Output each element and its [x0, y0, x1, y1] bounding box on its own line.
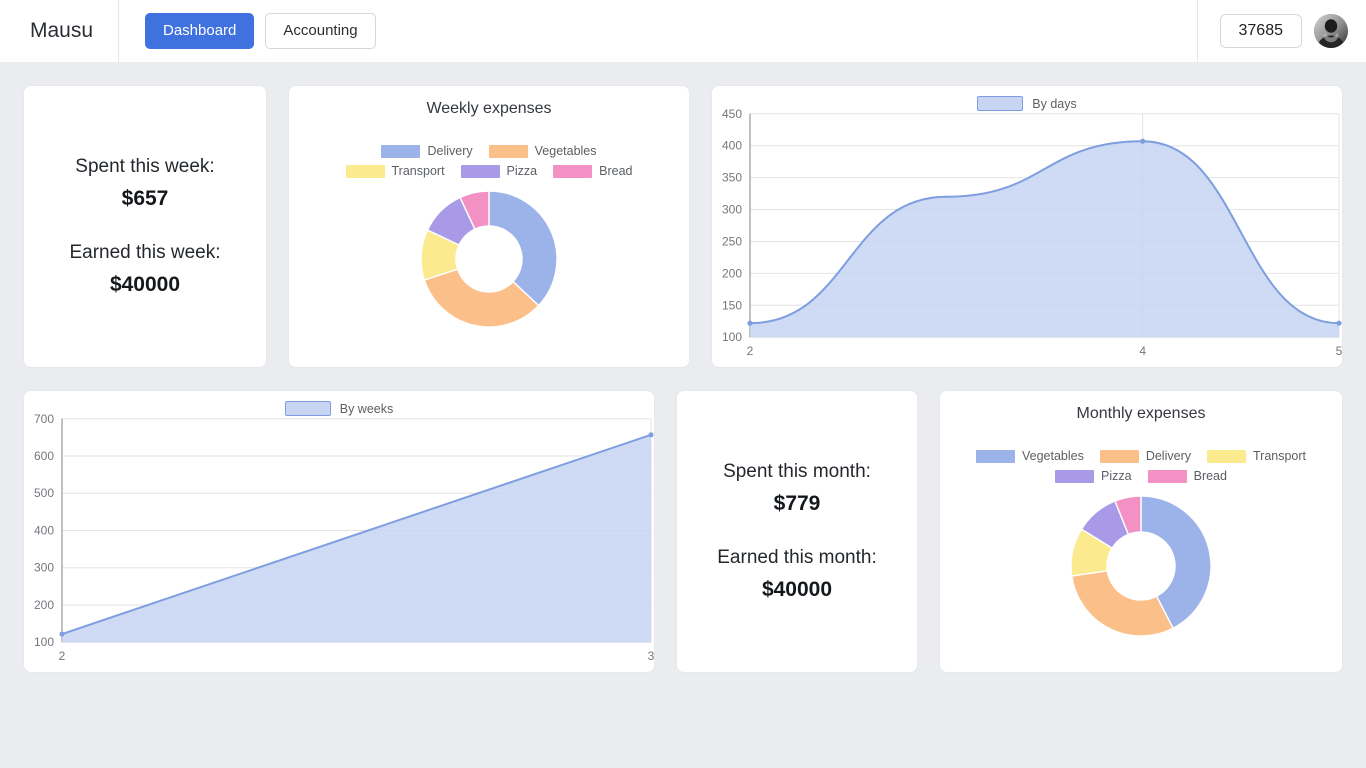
earned-month-value: $40000 — [761, 578, 833, 601]
svg-text:200: 200 — [34, 598, 54, 612]
earned-week-value: $40000 — [109, 273, 181, 296]
card-weekly-expenses: Weekly expenses Delivery Vegetables Tran… — [288, 85, 690, 368]
legend-label: Bread — [1193, 469, 1227, 483]
legend-item-transport[interactable]: Transport — [1206, 449, 1307, 463]
legend-label: Pizza — [1101, 469, 1132, 483]
svg-text:5: 5 — [1336, 344, 1342, 358]
svg-text:400: 400 — [722, 139, 742, 153]
svg-text:100: 100 — [34, 635, 54, 649]
by-days-plot[interactable]: 100 150 200 250 300 350 400 450 2 4 5 — [712, 86, 1342, 367]
svg-text:450: 450 — [722, 107, 742, 121]
app-brand-title: Mausu — [0, 0, 119, 62]
tab-dashboard[interactable]: Dashboard — [145, 13, 255, 49]
svg-text:150: 150 — [722, 298, 742, 312]
svg-text:350: 350 — [722, 171, 742, 185]
monthly-expenses-legend: Vegetables Delivery Transport Pizza Brea… — [951, 449, 1331, 483]
legend-label: Vegetables — [1021, 449, 1084, 463]
legend-item-pizza[interactable]: Pizza — [460, 164, 538, 178]
legend-item-pizza[interactable]: Pizza — [1055, 469, 1132, 483]
card-month-stats: Spent this month: $779 Earned this month… — [676, 390, 918, 673]
legend-swatch-orange-icon — [1099, 449, 1139, 463]
earned-month-label: Earned this month: — [717, 547, 877, 568]
weekly-expenses-legend: Delivery Vegetables Transport Pizza Brea… — [319, 144, 659, 178]
counter-badge[interactable]: 37685 — [1219, 14, 1302, 48]
dashboard-row-2: By weeks 100 200 300 400 500 600 700 2 3 Spent t… — [23, 390, 1343, 673]
svg-text:300: 300 — [34, 561, 54, 575]
legend-swatch-yellow-icon — [1206, 449, 1246, 463]
svg-text:500: 500 — [34, 486, 54, 500]
legend-swatch-yellow-icon — [345, 164, 385, 178]
area-chart-svg: 100 200 300 400 500 600 700 2 3 — [34, 412, 654, 663]
area-chart-svg: 100 150 200 250 300 350 400 450 2 4 5 — [722, 107, 1342, 358]
legend-label: Delivery — [1145, 449, 1191, 463]
spent-month-label: Spent this month: — [723, 461, 871, 482]
donut-chart-svg — [420, 190, 558, 328]
svg-text:700: 700 — [34, 412, 54, 426]
dashboard-row-1: Spent this week: $657 Earned this week: … — [23, 85, 1343, 368]
monthly-expenses-donut[interactable] — [1070, 495, 1212, 637]
legend-swatch-purple-icon — [1055, 469, 1095, 483]
legend-item-delivery[interactable]: Delivery — [1099, 449, 1191, 463]
svg-text:200: 200 — [722, 266, 742, 280]
legend-swatch-pink-icon — [553, 164, 593, 178]
legend-item-bread[interactable]: Bread — [553, 164, 632, 178]
svg-text:3: 3 — [648, 649, 654, 663]
svg-text:2: 2 — [747, 344, 754, 358]
legend-label: Transport — [1252, 449, 1307, 463]
svg-text:4: 4 — [1139, 344, 1146, 358]
tab-accounting[interactable]: Accounting — [265, 13, 376, 49]
monthly-expenses-title: Monthly expenses — [1076, 405, 1206, 422]
weekly-expenses-title: Weekly expenses — [426, 100, 552, 117]
weekly-expenses-donut-wrap — [289, 190, 689, 328]
card-by-days-chart: By days 100 150 200 250 300 350 400 450 2 4 5 — [711, 85, 1343, 368]
svg-text:400: 400 — [34, 524, 54, 538]
donut-chart-svg — [1070, 495, 1212, 637]
legend-swatch-blue-icon — [975, 449, 1015, 463]
by-weeks-plot[interactable]: 100 200 300 400 500 600 700 2 3 — [24, 391, 654, 672]
svg-text:2: 2 — [59, 649, 66, 663]
spent-week-value: $657 — [121, 187, 169, 210]
weekly-expenses-donut[interactable] — [420, 190, 558, 328]
top-navigation-bar: Mausu Dashboard Accounting 37685 — [0, 0, 1366, 62]
main-tabs: Dashboard Accounting — [119, 13, 376, 49]
spent-month-value: $779 — [773, 492, 821, 515]
avatar-photo-icon — [1314, 14, 1348, 48]
svg-text:100: 100 — [722, 330, 742, 344]
legend-swatch-purple-icon — [460, 164, 500, 178]
legend-label: Delivery — [427, 144, 473, 158]
earned-week-label: Earned this week: — [69, 242, 221, 263]
legend-label: Pizza — [506, 164, 538, 178]
svg-text:250: 250 — [722, 234, 742, 248]
legend-item-delivery[interactable]: Delivery — [381, 144, 473, 158]
dashboard-board: Spent this week: $657 Earned this week: … — [0, 62, 1366, 673]
legend-swatch-orange-icon — [488, 144, 528, 158]
legend-item-vegetables[interactable]: Vegetables — [975, 449, 1084, 463]
legend-label: Transport — [391, 164, 445, 178]
legend-label: Vegetables — [534, 144, 597, 158]
monthly-expenses-donut-wrap — [940, 495, 1342, 637]
avatar[interactable] — [1314, 14, 1348, 48]
svg-text:300: 300 — [722, 203, 742, 217]
svg-text:600: 600 — [34, 449, 54, 463]
card-monthly-expenses: Monthly expenses Vegetables Delivery Tra… — [939, 390, 1343, 673]
spent-week-label: Spent this week: — [75, 156, 215, 177]
legend-swatch-pink-icon — [1147, 469, 1187, 483]
card-by-weeks-chart: By weeks 100 200 300 400 500 600 700 2 3 — [23, 390, 655, 673]
legend-item-bread[interactable]: Bread — [1147, 469, 1227, 483]
legend-item-vegetables[interactable]: Vegetables — [488, 144, 597, 158]
legend-swatch-blue-icon — [381, 144, 421, 158]
card-week-stats: Spent this week: $657 Earned this week: … — [23, 85, 267, 368]
legend-label: Bread — [599, 164, 633, 178]
top-bar-right-section: 37685 — [1196, 0, 1366, 62]
legend-item-transport[interactable]: Transport — [345, 164, 445, 178]
